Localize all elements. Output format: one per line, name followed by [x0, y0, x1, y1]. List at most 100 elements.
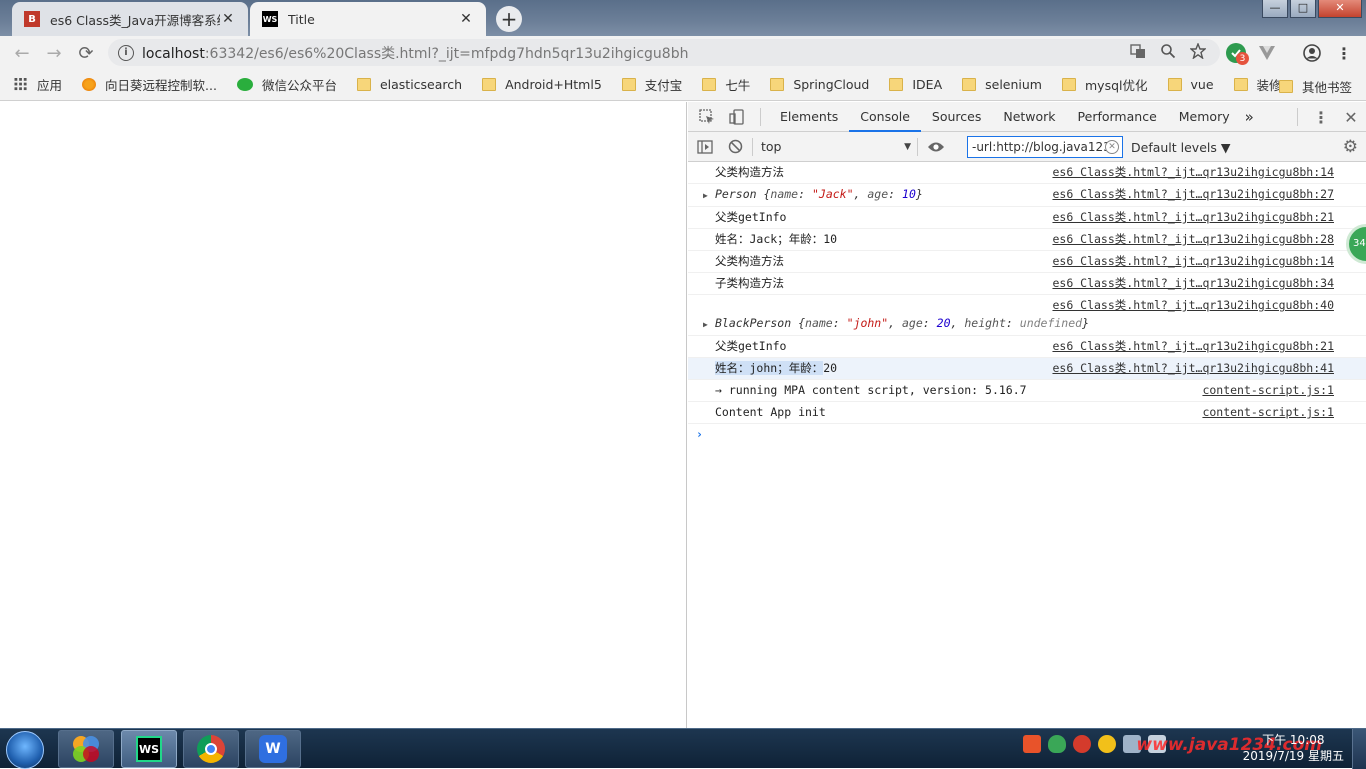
source-link[interactable]: content-script.js:1	[1202, 402, 1334, 423]
bookmark-folder-vue[interactable]: vue	[1167, 77, 1214, 92]
bookmark-folder-elasticsearch[interactable]: elasticsearch	[356, 77, 462, 92]
console-message: 姓名：Jack；年龄：10 es6 Class类.html?_ijt…qr13u…	[688, 229, 1366, 251]
tab-title: Title	[288, 11, 315, 27]
tab-network[interactable]: Network	[992, 102, 1066, 132]
forward-button[interactable]: →	[42, 41, 66, 65]
window-controls: — □ ✕	[1262, 0, 1362, 18]
taskbar-chrome[interactable]	[183, 730, 239, 768]
devtools-menu-icon[interactable]: ⋮	[1306, 102, 1336, 132]
system-clock[interactable]: 下午 10:08 2019/7/19 星期五	[1243, 732, 1344, 764]
close-tab-icon[interactable]: ✕	[458, 11, 474, 27]
address-bar[interactable]: i localhost:63342/es6/es6%20Class类.html?…	[108, 39, 1220, 66]
expand-triangle-icon[interactable]: ▶	[703, 314, 715, 335]
more-tabs-button[interactable]: »	[1241, 102, 1258, 132]
webstorm-favicon-icon: WS	[262, 11, 278, 27]
taskbar-app-launcher[interactable]	[58, 730, 114, 768]
source-link[interactable]: es6 Class类.html?_ijt…qr13u2ihgicgu8bh:14	[1052, 251, 1334, 272]
source-link[interactable]: es6 Class类.html?_ijt…qr13u2ihgicgu8bh:27	[1052, 184, 1334, 205]
bookmark-label: 支付宝	[644, 78, 683, 93]
selected-text: 姓名：john；年龄：	[715, 361, 824, 375]
console-filter-input[interactable]: -url:http://blog.java123 ✕	[967, 136, 1123, 158]
other-bookmarks[interactable]: 其他书签	[1278, 77, 1352, 96]
devtools-actions: ⋮ ✕	[1289, 102, 1366, 132]
taskbar-wps[interactable]: W	[245, 730, 301, 768]
object-preview[interactable]: ▶ Person {name: "Jack", age: 10}	[703, 187, 923, 201]
log-levels-dropdown[interactable]: Default levels ▼	[1131, 140, 1230, 155]
bookmark-folder-alipay[interactable]: 支付宝	[621, 75, 683, 94]
tab-console[interactable]: Console	[849, 102, 921, 132]
source-link[interactable]: es6 Class类.html?_ijt…qr13u2ihgicgu8bh:40	[1052, 295, 1334, 316]
tab-title: es6 Class类_Java开源博客系统-	[50, 12, 220, 28]
console-message: 子类构造方法 es6 Class类.html?_ijt…qr13u2ihgicg…	[688, 273, 1366, 295]
minimize-button[interactable]: —	[1262, 0, 1288, 18]
bookmark-label: 应用	[37, 78, 63, 93]
context-selector[interactable]: top ▼	[761, 139, 911, 154]
tab-sources[interactable]: Sources	[921, 102, 992, 132]
folder-icon	[621, 78, 636, 91]
show-sidebar-icon[interactable]	[690, 132, 720, 162]
bookmark-folder-mysql[interactable]: mysql优化	[1062, 75, 1148, 94]
source-link[interactable]: es6 Class类.html?_ijt…qr13u2ihgicgu8bh:41	[1052, 358, 1334, 379]
bookmark-folder-springcloud[interactable]: SpringCloud	[770, 77, 869, 92]
console-message: → running MPA content script, version: 5…	[688, 380, 1366, 402]
profile-avatar-icon[interactable]	[1302, 43, 1322, 63]
bookmark-folder-qiniu[interactable]: 七牛	[702, 75, 750, 94]
bookmark-apps[interactable]: 应用	[14, 75, 62, 94]
source-link[interactable]: es6 Class类.html?_ijt…qr13u2ihgicgu8bh:21	[1052, 207, 1334, 228]
tab-blog[interactable]: B es6 Class类_Java开源博客系统- ✕	[12, 2, 248, 36]
folder-icon	[702, 78, 717, 91]
filter-value: -url:http://blog.java123	[972, 140, 1111, 154]
console-message: 父类构造方法 es6 Class类.html?_ijt…qr13u2ihgicg…	[688, 251, 1366, 273]
device-toolbar-icon[interactable]	[722, 102, 752, 132]
tab-performance[interactable]: Performance	[1067, 102, 1168, 132]
console-output: 父类构造方法 es6 Class类.html?_ijt…qr13u2ihgicg…	[688, 162, 1366, 444]
tab-elements[interactable]: Elements	[769, 102, 849, 132]
source-link[interactable]: es6 Class类.html?_ijt…qr13u2ihgicgu8bh:21	[1052, 336, 1334, 357]
translate-icon[interactable]	[1130, 43, 1146, 63]
bookmark-folder-android[interactable]: Android+Html5	[482, 77, 602, 92]
live-expression-eye-icon[interactable]	[924, 132, 948, 162]
bookmark-label: Android+Html5	[505, 77, 602, 92]
reload-button[interactable]: ⟳	[74, 41, 98, 65]
source-link[interactable]: es6 Class类.html?_ijt…qr13u2ihgicgu8bh:14	[1052, 162, 1334, 183]
inspect-element-icon[interactable]	[692, 102, 722, 132]
maximize-button[interactable]: □	[1290, 0, 1316, 18]
start-button[interactable]	[6, 731, 44, 769]
source-link[interactable]: es6 Class类.html?_ijt…qr13u2ihgicgu8bh:28	[1052, 229, 1334, 250]
bookmark-folder-decoration[interactable]: 装修	[1233, 75, 1282, 94]
tray-antivirus-icon[interactable]	[1073, 735, 1091, 753]
close-devtools-icon[interactable]: ✕	[1336, 102, 1366, 132]
source-link[interactable]: content-script.js:1	[1202, 380, 1334, 401]
close-window-button[interactable]: ✕	[1318, 0, 1362, 18]
site-info-icon[interactable]: i	[118, 44, 134, 61]
bookmark-star-icon[interactable]	[1189, 42, 1207, 63]
console-prompt-input[interactable]: ›	[688, 424, 1366, 444]
vue-devtools-icon[interactable]	[1257, 43, 1277, 63]
tray-plus-icon[interactable]	[1098, 735, 1116, 753]
expand-triangle-icon[interactable]: ▶	[703, 185, 715, 206]
bookmark-folder-idea[interactable]: IDEA	[889, 77, 942, 92]
tray-input-method-icon[interactable]	[1023, 735, 1041, 753]
show-desktop-button[interactable]	[1352, 729, 1366, 769]
source-link[interactable]: es6 Class类.html?_ijt…qr13u2ihgicgu8bh:34	[1052, 273, 1334, 294]
bookmark-label: SpringCloud	[793, 77, 870, 92]
back-button[interactable]: ←	[10, 41, 34, 65]
close-tab-icon[interactable]: ✕	[220, 11, 236, 27]
browser-menu-icon[interactable]: ⋮	[1334, 43, 1354, 63]
bookmark-sunflower[interactable]: 向日葵远程控制软...	[82, 75, 217, 94]
tab-memory[interactable]: Memory	[1168, 102, 1241, 132]
new-tab-button[interactable]: +	[496, 6, 522, 32]
separator	[760, 107, 761, 126]
bookmark-wechat[interactable]: 微信公众平台	[236, 75, 337, 94]
taskbar-webstorm[interactable]: WS	[121, 730, 177, 768]
console-message: ▶ Person {name: "Jack", age: 10} es6 Clas…	[688, 184, 1366, 207]
folder-icon	[1233, 78, 1248, 91]
console-settings-gear-icon[interactable]: ⚙	[1343, 137, 1358, 157]
tab-title-page[interactable]: WS Title ✕	[250, 2, 486, 36]
clear-filter-icon[interactable]: ✕	[1105, 140, 1119, 154]
folder-icon	[962, 78, 977, 91]
tray-security-shield-icon[interactable]	[1048, 735, 1066, 753]
bookmark-folder-selenium[interactable]: selenium	[962, 77, 1042, 92]
zoom-icon[interactable]	[1160, 43, 1176, 63]
clear-console-icon[interactable]	[720, 132, 750, 162]
